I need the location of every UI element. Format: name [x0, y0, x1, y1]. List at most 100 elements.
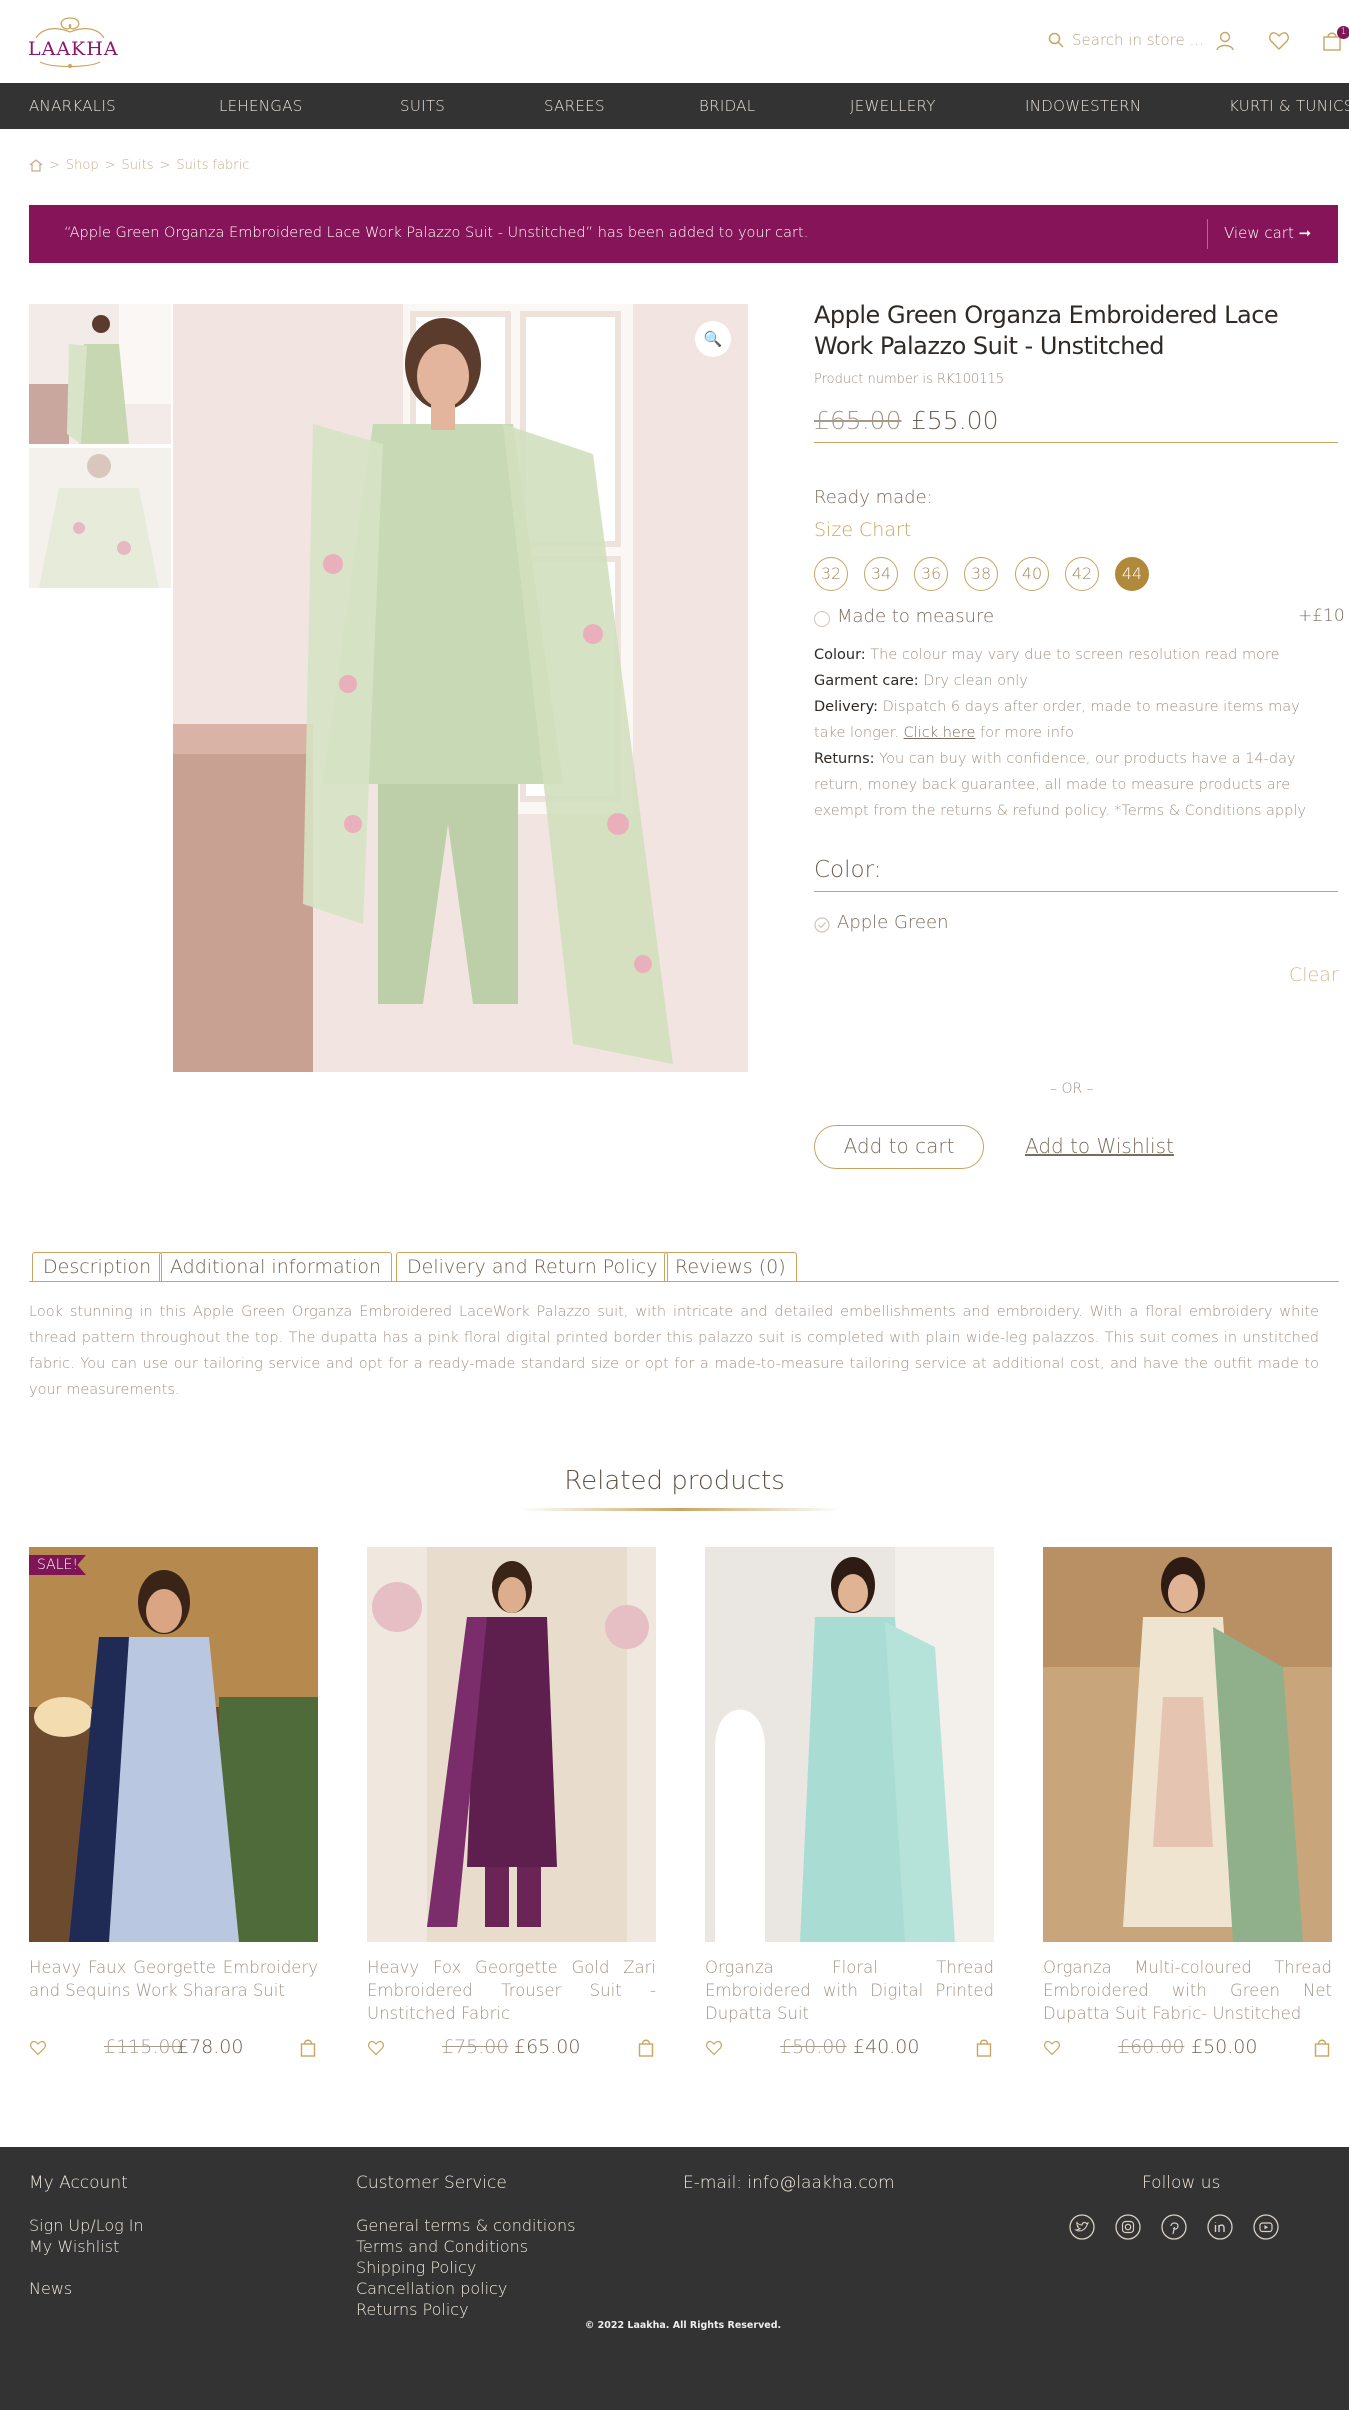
- site-logo[interactable]: LAAKHA: [28, 14, 119, 70]
- old-price: £50.00: [780, 2036, 847, 2058]
- footer-link-cancellation-policy[interactable]: Cancellation policy: [356, 2278, 507, 2299]
- add-to-cart-bag-icon[interactable]: [976, 2038, 992, 2057]
- breadcrumb: > Shop > Suits > Suits fabric: [29, 158, 249, 173]
- delivery-click-here-link[interactable]: Click here: [904, 725, 976, 741]
- footer-link-shipping-policy[interactable]: Shipping Policy: [356, 2257, 476, 2278]
- returns-label: Returns:: [814, 751, 875, 767]
- size-option-38[interactable]: 38: [964, 557, 998, 591]
- thumbnail-2[interactable]: [29, 448, 171, 588]
- add-to-cart-bag-icon[interactable]: [300, 2038, 316, 2057]
- search-placeholder: Search in store ...: [1072, 31, 1204, 49]
- cart-count-badge: 1: [1337, 26, 1349, 39]
- old-price: £115.00: [104, 2036, 183, 2058]
- size-option-34[interactable]: 34: [864, 557, 898, 591]
- main-product-image[interactable]: [173, 304, 748, 1072]
- account-icon[interactable]: [1214, 30, 1236, 52]
- breadcrumb-sep: >: [49, 158, 60, 173]
- returns-text: You can buy with confidence, our product…: [814, 751, 1306, 819]
- made-to-measure-price: +£10: [1298, 606, 1345, 626]
- nav-item-suits[interactable]: SUITS: [400, 97, 445, 115]
- tab-delivery-return-policy[interactable]: Delivery and Return Policy: [396, 1252, 669, 1282]
- wishlist-heart-icon[interactable]: [1043, 2040, 1061, 2056]
- color-divider: [814, 891, 1338, 892]
- size-option-36[interactable]: 36: [914, 557, 948, 591]
- tab-reviews[interactable]: Reviews (0): [664, 1252, 797, 1282]
- care-label: Garment care:: [814, 673, 919, 689]
- wishlist-heart-icon[interactable]: [1268, 30, 1290, 52]
- site-header: LAAKHA Search in store ... 1: [0, 0, 1349, 83]
- related-product-name[interactable]: Heavy Faux Georgette Embroidery and Sequ…: [29, 1956, 318, 2002]
- color-check-icon[interactable]: [814, 917, 830, 933]
- wishlist-heart-icon[interactable]: [705, 2040, 723, 2056]
- add-to-wishlist-link[interactable]: Add to Wishlist: [1025, 1134, 1174, 1158]
- price-row: £50.00 £40.00: [705, 2036, 994, 2060]
- footer-link-general-terms[interactable]: General terms & conditions: [356, 2215, 575, 2236]
- search-box[interactable]: Search in store ...: [1048, 31, 1204, 49]
- footer-follow-heading: Follow us: [1142, 2173, 1221, 2193]
- price-row: £75.00 £65.00: [367, 2036, 656, 2060]
- price-row: £115.00 £78.00: [29, 2036, 318, 2060]
- product-photo: [173, 304, 748, 1072]
- colour-info: Colour: The colour may vary due to scree…: [814, 642, 1334, 668]
- nav-item-sarees[interactable]: SAREES: [544, 97, 605, 115]
- breadcrumb-sep: >: [159, 158, 171, 173]
- related-product-image[interactable]: [1043, 1547, 1332, 1942]
- nav-item-kurti-tunics[interactable]: KURTI & TUNICS: [1229, 97, 1349, 115]
- youtube-icon[interactable]: [1253, 2214, 1279, 2240]
- breadcrumb-suits[interactable]: Suits: [122, 158, 154, 173]
- add-to-cart-bag-icon[interactable]: [638, 2038, 654, 2057]
- nav-item-lehengas[interactable]: LEHENGAS: [219, 97, 303, 115]
- nav-item-jewellery[interactable]: JEWELLERY: [850, 97, 936, 115]
- related-product-image[interactable]: [705, 1547, 994, 1942]
- size-option-40[interactable]: 40: [1015, 557, 1049, 591]
- colour-label: Colour:: [814, 647, 866, 663]
- size-option-42[interactable]: 42: [1065, 557, 1099, 591]
- home-icon[interactable]: [29, 159, 43, 172]
- clear-selection-link[interactable]: Clear: [1289, 964, 1339, 986]
- add-to-cart-button[interactable]: Add to cart: [814, 1125, 984, 1169]
- linkedin-icon[interactable]: [1207, 2214, 1233, 2240]
- footer-link-news[interactable]: News: [29, 2278, 72, 2299]
- related-product-name[interactable]: Organza Multi-coloured Thread Embroidere…: [1043, 1956, 1332, 2025]
- added-to-cart-notice: “Apple Green Organza Embroidered Lace Wo…: [29, 205, 1338, 263]
- view-cart-button[interactable]: View cart ➞: [1224, 224, 1311, 242]
- made-to-measure-radio[interactable]: [814, 611, 830, 627]
- made-to-measure-label[interactable]: Made to measure: [837, 606, 994, 627]
- color-option-apple-green[interactable]: Apple Green: [837, 912, 948, 933]
- related-product-name[interactable]: Heavy Fox Georgette Gold Zari Embroidere…: [367, 1956, 656, 2025]
- nav-item-anarkalis[interactable]: ANARKALIS: [29, 97, 116, 115]
- footer-link-signup-login[interactable]: Sign Up/Log In: [29, 2215, 144, 2236]
- breadcrumb-suits-fabric[interactable]: Suits fabric: [176, 158, 249, 173]
- notice-divider: [1207, 219, 1208, 249]
- size-option-32[interactable]: 32: [814, 557, 848, 591]
- footer-email[interactable]: E-mail: info@laakha.com: [683, 2173, 895, 2193]
- pinterest-icon[interactable]: [1161, 2214, 1187, 2240]
- old-price: £75.00: [442, 2036, 509, 2058]
- delivery-info: Delivery: Dispatch 6 days after order, m…: [814, 694, 1334, 746]
- zoom-magnifier-icon[interactable]: 🔍: [695, 321, 731, 357]
- logo-text: LAAKHA: [28, 38, 119, 60]
- wishlist-heart-icon[interactable]: [29, 2040, 47, 2056]
- size-option-44-selected[interactable]: 44: [1115, 557, 1149, 591]
- add-to-cart-bag-icon[interactable]: [1314, 2038, 1330, 2057]
- thumbnail-1[interactable]: [29, 304, 171, 444]
- footer-link-my-wishlist[interactable]: My Wishlist: [29, 2236, 119, 2257]
- tab-description[interactable]: Description: [32, 1252, 163, 1282]
- related-product-name[interactable]: Organza Floral Thread Embroidered with D…: [705, 1956, 994, 2025]
- related-product-image[interactable]: [29, 1547, 318, 1942]
- care-text: Dry clean only: [923, 673, 1028, 689]
- search-icon: [1048, 32, 1064, 48]
- related-product-image[interactable]: [367, 1547, 656, 1942]
- breadcrumb-shop[interactable]: Shop: [66, 158, 99, 173]
- breadcrumb-sep: >: [104, 158, 116, 173]
- wishlist-heart-icon[interactable]: [367, 2040, 385, 2056]
- nav-item-indowestern[interactable]: INDOWESTERN: [1025, 97, 1141, 115]
- instagram-icon[interactable]: [1115, 2214, 1141, 2240]
- nav-item-bridal[interactable]: BRIDAL: [699, 97, 755, 115]
- tab-additional-information[interactable]: Additional information: [159, 1252, 393, 1282]
- old-price: £60.00: [1118, 2036, 1185, 2058]
- size-chart-link[interactable]: Size Chart: [814, 519, 911, 541]
- footer-link-returns-policy[interactable]: Returns Policy: [356, 2299, 469, 2320]
- twitter-icon[interactable]: [1069, 2214, 1095, 2240]
- footer-link-terms-conditions[interactable]: Terms and Conditions: [356, 2236, 528, 2257]
